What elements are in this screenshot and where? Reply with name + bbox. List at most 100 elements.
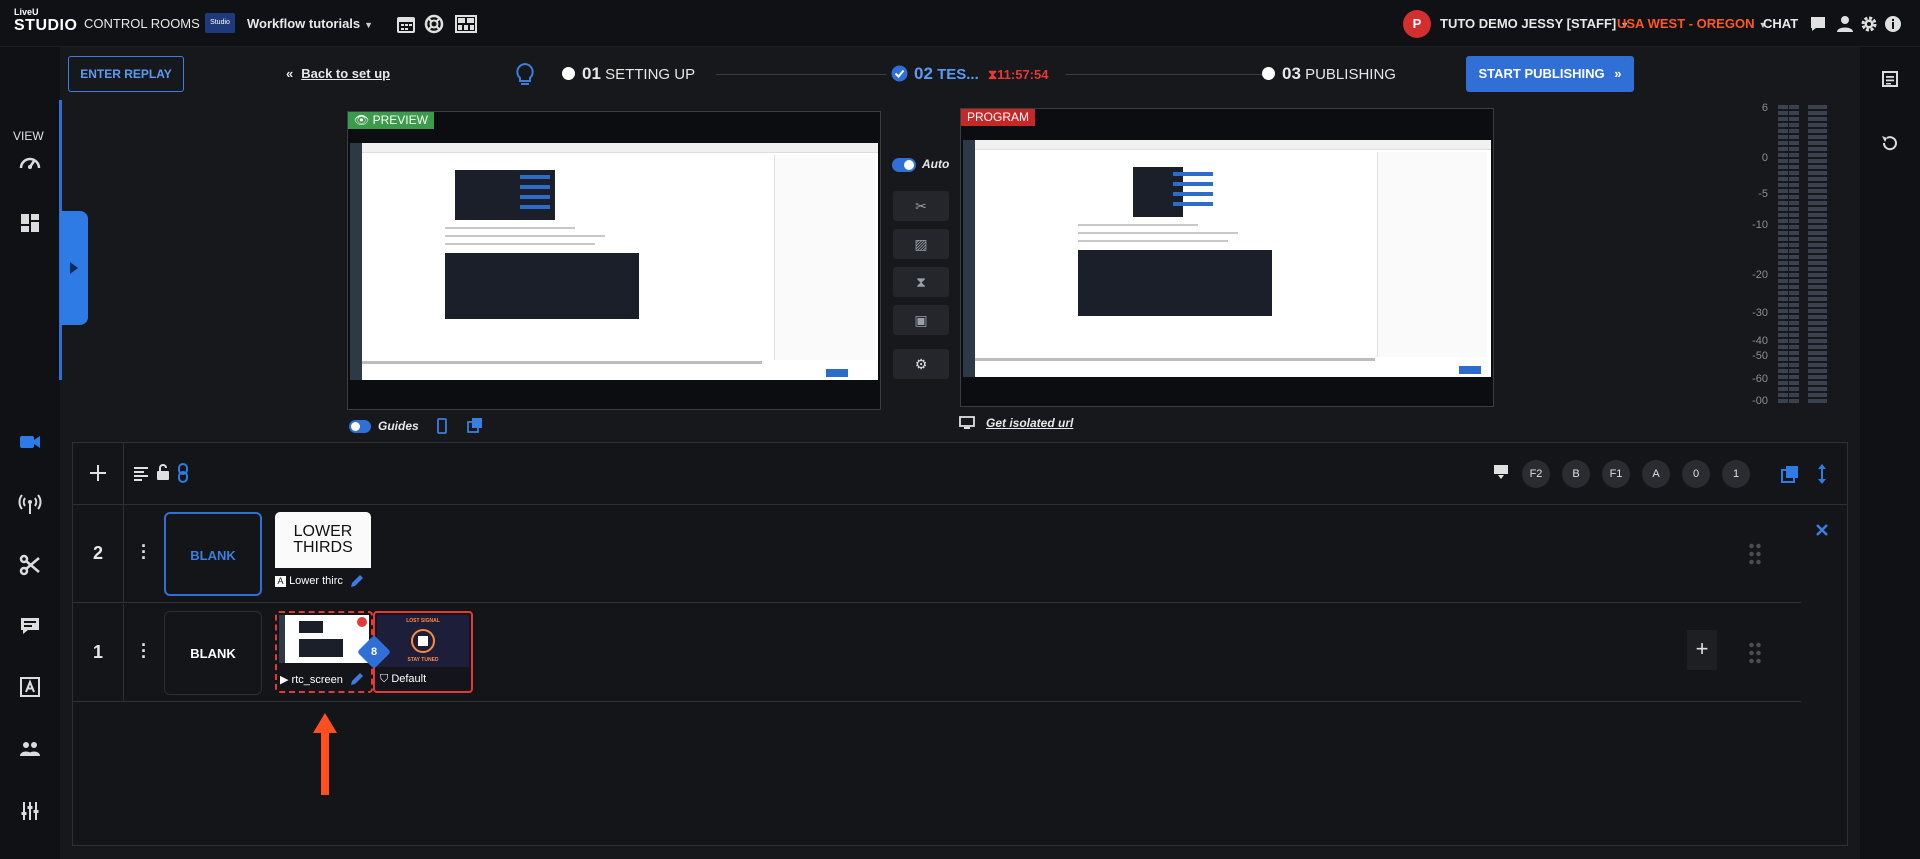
playlist-icon[interactable] [1880,69,1900,89]
hourglass-icon: ⧗ [988,67,998,82]
guests-group-icon[interactable] [18,737,42,761]
auto-label: Auto [922,157,950,171]
back-to-setup-link[interactable]: «Back to set up [286,66,390,81]
drag-handle-icon[interactable] [1748,641,1762,665]
chat-bubble-icon[interactable] [1808,14,1828,34]
step-testing[interactable]: 02 TES... [891,64,979,84]
blank-source-button[interactable]: BLANK [164,512,262,596]
kebab-menu-icon[interactable]: · · · [141,537,147,567]
auto-toggle[interactable] [892,158,916,172]
info-icon[interactable] [1883,14,1903,34]
audio-meter-left-channel [1778,105,1788,405]
stinger-transition-button[interactable]: ▣ [893,305,949,335]
lightbulb-tip-icon[interactable] [514,62,536,88]
lifebuoy-icon[interactable] [424,14,444,34]
audio-meter-left-channel-b [1789,105,1799,405]
preview-monitor[interactable]: 👁 PREVIEW [347,111,881,410]
workflow-badge: Studio [205,13,235,33]
link-chain-icon[interactable] [177,463,189,483]
layer-number: 2 [93,543,104,563]
rtc-screen-thumbnail [279,615,369,663]
top-bar: LiveU STUDIO CONTROL ROOMS Studio Workfl… [0,0,1920,47]
view-label: VIEW [13,129,44,143]
control-rooms-link[interactable]: CONTROL ROOMS [84,16,200,31]
scissors-icon[interactable] [18,553,42,577]
screenshot-topbar [362,143,878,153]
screenshot-sidebar [350,143,362,380]
add-source-button[interactable]: + [1687,630,1717,670]
shortcut-key[interactable]: B [1562,460,1590,488]
enter-replay-button[interactable]: ENTER REPLAY [68,56,184,92]
program-label: PROGRAM [961,109,1036,126]
edit-pencil-icon[interactable] [349,671,365,687]
user-avatar[interactable]: P [1403,10,1431,38]
chat-button[interactable]: CHAT [1763,16,1798,31]
annotation-arrow-icon [313,713,337,795]
stinger-icon: ▣ [914,312,928,328]
undo-history-icon[interactable] [1880,133,1900,153]
duplicate-icon[interactable] [1781,465,1799,483]
user-icon[interactable] [1835,14,1855,34]
step-setting-up[interactable]: 01 SETTING UP [562,64,695,84]
get-isolated-url-link[interactable]: Get isolated url [986,416,1073,430]
layer-row-1: 1 · · · BLANK ▶ rtc_screen LOST SIGNAL STA… [73,604,1801,702]
step-connector [1066,74,1262,75]
drag-handle-icon[interactable] [1748,542,1762,566]
vertical-resize-icon[interactable] [1817,463,1827,485]
close-icon[interactable] [1815,523,1829,537]
message-icon[interactable] [18,614,42,638]
lower-thirds-thumbnail[interactable]: LOWER THIRDS [275,512,371,568]
multiview-layout-icon[interactable] [455,14,477,34]
workflow-title: Workflow tutorials [247,16,361,31]
double-chevron-left-icon: « [286,66,294,81]
video-camera-icon[interactable] [18,430,42,454]
shortcut-key[interactable]: F1 [1602,460,1630,488]
shield-icon: ⛉ [380,673,389,685]
program-monitor[interactable]: PROGRAM [960,108,1494,407]
step-status-dot [562,67,575,80]
sidebar-expand-tab[interactable] [60,211,88,325]
step-connector [716,74,886,75]
layers-toolbar: F2 B F1 A 0 1 [73,443,1847,505]
shortcut-key[interactable]: A [1642,460,1670,488]
transition-settings-button[interactable]: ⚙ [893,349,949,379]
workflow-selector[interactable]: Workflow tutorials ▼ [247,16,373,31]
start-publishing-button[interactable]: START PUBLISHING » [1466,56,1634,92]
add-layer-icon[interactable] [88,463,108,483]
keyboard-shortcuts-icon[interactable] [1490,463,1512,481]
eye-icon: 👁 [354,113,370,127]
text-overlay-icon[interactable] [18,675,42,699]
liveu-studio-logo[interactable]: LiveU STUDIO [14,8,77,38]
audio-mixer-sliders-icon[interactable] [18,799,42,823]
align-left-icon[interactable] [133,465,149,481]
audio-meter-right-channel-b [1817,105,1827,405]
calendar-icon[interactable] [396,14,416,34]
chevron-down-icon: ▼ [364,20,374,30]
broadcast-antenna-icon[interactable] [18,492,42,516]
duplicate-layers-icon[interactable] [467,417,483,433]
program-screen [963,140,1491,377]
step-publishing[interactable]: 03 PUBLISHING [1262,64,1396,84]
shortcut-key[interactable]: F2 [1522,460,1550,488]
wipe-transition-button[interactable]: ▨ [893,229,949,259]
shortcut-key[interactable]: 1 [1722,460,1750,488]
user-menu[interactable]: TUTO DEMO JESSY [STAFF] ▼ [1440,16,1629,31]
layout-grid-icon[interactable] [18,211,42,235]
cut-transition-button[interactable]: ✂ [893,191,949,221]
fade-transition-button[interactable]: ⧗ [893,267,949,297]
region-selector[interactable]: USA WEST - OREGON ▼ [1617,16,1767,31]
guides-toggle[interactable] [349,420,371,433]
fade-icon: ⧗ [916,274,926,290]
shortcut-key[interactable]: 0 [1682,460,1710,488]
chain-link-badge-count: 8 [370,646,378,658]
blank-source-button[interactable]: BLANK [164,611,262,695]
kebab-menu-icon[interactable]: · · · [141,636,147,666]
dashboard-gauge-icon[interactable] [18,151,42,175]
rtc-screen-label: ▶ rtc_screen [280,674,343,686]
mobile-phone-icon[interactable] [437,418,447,434]
edit-pencil-icon[interactable] [349,573,365,589]
lower-thirds-item[interactable]: A Lower thirc [275,575,343,587]
right-sidebar [1860,47,1920,859]
unlock-icon[interactable] [155,463,171,481]
gear-icon[interactable] [1859,14,1879,34]
